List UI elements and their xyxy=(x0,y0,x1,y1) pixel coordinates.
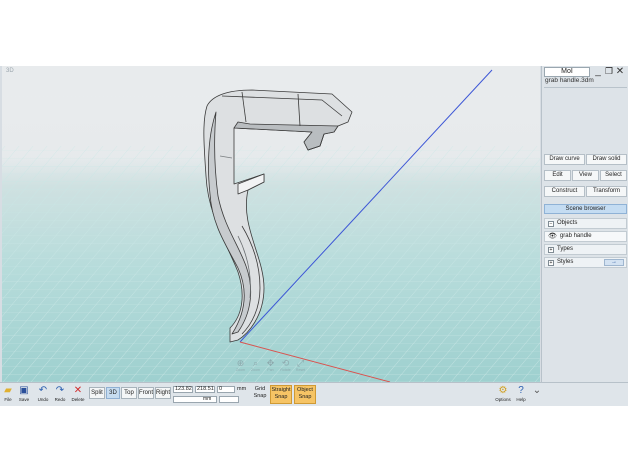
undo-icon: ↶ xyxy=(38,385,48,396)
styles-row[interactable]: + Styles → xyxy=(544,257,627,268)
coord-units: mm xyxy=(237,386,247,392)
viewport-nav-controls: ⊕ Zoom ⌕ Zoom ✥ Pan ⟲ Rotate ⤢ Reset xyxy=(234,358,307,374)
command-row-edit: Edit View Select xyxy=(544,170,627,181)
styles-edit-button[interactable]: → xyxy=(604,259,624,266)
styles-label: Styles xyxy=(557,259,574,265)
double-chevron-down-icon: ⌄ xyxy=(532,385,542,396)
coordinate-readout: 123.82 218.51 0 mm mm xyxy=(173,386,247,404)
object-snap-toggle[interactable]: Object Snap xyxy=(294,385,316,404)
coord-z: 0 xyxy=(217,386,235,393)
magnify-icon: ⌕ xyxy=(252,358,259,368)
transform-button[interactable]: Transform xyxy=(586,186,627,197)
pan-button[interactable]: ✥ Pan xyxy=(264,358,277,374)
construct-button[interactable]: Construct xyxy=(544,186,585,197)
front-view-button[interactable]: Front xyxy=(138,387,154,399)
reset-icon: ⤢ xyxy=(296,358,305,368)
draw-solid-button[interactable]: Draw solid xyxy=(586,154,627,165)
zoom-box-button[interactable]: ⌕ Zoom xyxy=(249,358,262,374)
redo-icon: ↷ xyxy=(55,385,65,396)
viewport-scene xyxy=(2,66,540,382)
minimize-icon[interactable]: _ xyxy=(593,66,603,77)
expand-toolbar-button[interactable]: ⌄ xyxy=(529,385,545,405)
pan-icon: ✥ xyxy=(266,358,275,368)
select-button[interactable]: Select xyxy=(600,170,627,181)
straight-snap-toggle[interactable]: Straight Snap xyxy=(270,385,292,404)
objects-label: Objects xyxy=(557,220,578,226)
grid-snap-toggle[interactable]: Grid Snap xyxy=(250,385,270,404)
file-button[interactable]: ▰ File xyxy=(0,385,16,405)
redo-button[interactable]: ↷ Redo xyxy=(52,385,68,405)
divider xyxy=(544,87,627,88)
command-row-construct: Construct Transform xyxy=(544,186,627,197)
input-units: mm xyxy=(203,396,212,402)
3d-viewport[interactable]: 3D ⊕ Zoom ⌕ Zoom ✥ Pan ⟲ Rotate ⤢ Reset xyxy=(2,66,540,382)
top-view-button[interactable]: Top xyxy=(121,387,137,399)
bottom-toolbar: ▰ File ▣ Save ↶ Undo ↷ Redo ✕ Delete Spl… xyxy=(0,382,628,406)
reset-button[interactable]: ⤢ Reset xyxy=(294,358,307,374)
objects-row[interactable]: − Objects xyxy=(544,218,627,229)
view-button[interactable]: View xyxy=(572,170,599,181)
save-icon: ▣ xyxy=(19,385,29,396)
folder-icon: ▰ xyxy=(4,385,12,396)
undo-button[interactable]: ↶ Undo xyxy=(35,385,51,405)
object-item-grab-handle[interactable]: 👁 grab handle xyxy=(544,231,627,242)
3d-view-button[interactable]: 3D xyxy=(106,387,120,399)
scene-browser-button[interactable]: Scene browser xyxy=(544,204,627,214)
zoom-button[interactable]: ⊕ Zoom xyxy=(234,358,247,374)
close-icon[interactable]: ✕ xyxy=(615,66,625,77)
help-icon: ? xyxy=(518,385,524,396)
delete-button[interactable]: ✕ Delete xyxy=(70,385,86,405)
object-item-label: grab handle xyxy=(559,233,592,239)
viewport-label: 3D xyxy=(6,68,14,74)
moi-window: 3D ⊕ Zoom ⌕ Zoom ✥ Pan ⟲ Rotate ⤢ Reset MoI _… xyxy=(0,66,628,406)
right-view-button[interactable]: Right xyxy=(155,387,171,399)
expand-icon[interactable]: + xyxy=(548,259,554,266)
split-view-button[interactable]: Split xyxy=(89,387,105,399)
rotate-icon: ⟲ xyxy=(281,358,290,368)
edit-button[interactable]: Edit xyxy=(544,170,571,181)
delete-icon: ✕ xyxy=(73,385,83,396)
expand-icon[interactable]: + xyxy=(548,246,554,253)
options-icon: ⚙ xyxy=(498,385,508,396)
collapse-icon[interactable]: − xyxy=(548,220,554,227)
rotate-button[interactable]: ⟲ Rotate xyxy=(279,358,292,374)
types-row[interactable]: + Types xyxy=(544,244,627,255)
help-button[interactable]: ? Help xyxy=(513,385,529,405)
eye-icon[interactable]: 👁 xyxy=(548,232,557,241)
app-title-box[interactable]: MoI xyxy=(544,67,590,77)
types-label: Types xyxy=(557,246,574,252)
options-button[interactable]: ⚙ Options xyxy=(495,385,511,405)
coord-y: 218.51 xyxy=(195,386,215,393)
coord-x: 123.82 xyxy=(173,386,193,393)
angle-input[interactable] xyxy=(219,396,239,403)
draw-curve-button[interactable]: Draw curve xyxy=(544,154,585,165)
save-button[interactable]: ▣ Save xyxy=(16,385,32,405)
maximize-icon[interactable]: ❐ xyxy=(604,66,614,77)
file-name: grab handle.3dm xyxy=(545,77,594,84)
side-panel: MoI _ ❐ ✕ grab handle.3dm Draw curve Dra… xyxy=(541,66,628,406)
zoom-icon: ⊕ xyxy=(236,358,245,368)
command-row-draw: Draw curve Draw solid xyxy=(544,154,627,165)
